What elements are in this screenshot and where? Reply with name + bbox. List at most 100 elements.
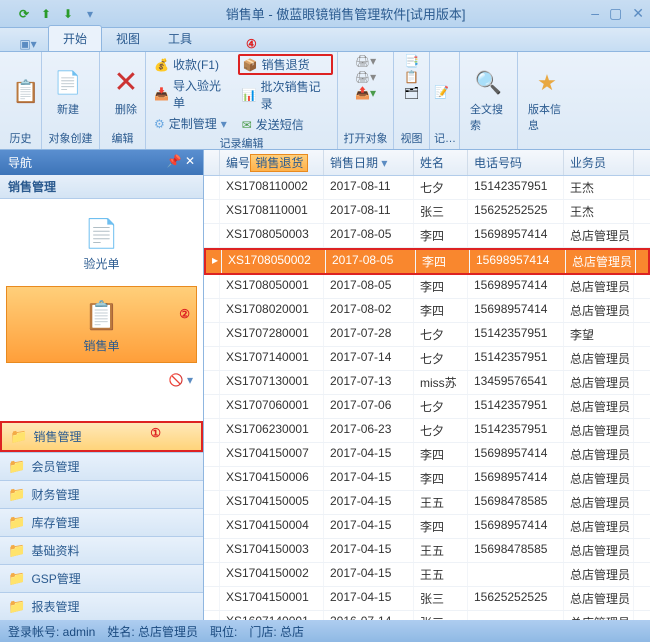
table-row[interactable]: XS17041500022017-04-15王五总店管理员 <box>204 563 650 587</box>
status-store: 门店: 总店 <box>249 623 304 640</box>
cell-date: 2017-06-23 <box>324 419 414 442</box>
cell-code: XS1704150001 <box>220 587 324 610</box>
new-button[interactable]: 📄新建 <box>46 65 90 119</box>
chevron-down-icon[interactable]: ▾ <box>187 373 193 387</box>
maximize-icon[interactable]: ▢ <box>609 5 622 22</box>
cell-name: miss苏 <box>414 371 468 394</box>
view1-icon[interactable]: 📑 <box>404 54 419 68</box>
batch-record-button[interactable]: 📊批次销售记录 <box>238 77 333 113</box>
cell-name: 李四 <box>414 275 468 298</box>
sidebar-close-icon[interactable]: ✕ <box>185 154 195 168</box>
cell-phone: 13459576541 <box>468 371 564 394</box>
up-icon[interactable]: ⬆ <box>36 4 56 24</box>
delete-small-icon[interactable]: 🚫 <box>169 373 184 387</box>
folder-icon: 📁 <box>8 598 25 615</box>
receipt-button[interactable]: 💰收款(F1) <box>150 55 234 74</box>
sales-return-button[interactable]: 📦销售退货 <box>238 54 333 75</box>
table-row[interactable]: XS17041500032017-04-15王五15698478585总店管理员 <box>204 539 650 563</box>
custom-manage-button[interactable]: ⚙定制管理▾ <box>150 114 234 133</box>
cell-code: XS1707280001 <box>220 323 324 346</box>
sales-doc-icon: 📋 <box>82 295 122 335</box>
nav-member-manage[interactable]: 📁会员管理 <box>0 452 203 480</box>
col-date[interactable]: 销售日期 ▾ <box>324 150 414 175</box>
table-row[interactable]: XS17081100012017-08-11张三15625252525王杰 <box>204 200 650 224</box>
grid-body[interactable]: XS17081100022017-08-11七夕15142357951王杰XS1… <box>204 176 650 620</box>
nav-finance-manage[interactable]: 📁财务管理 <box>0 480 203 508</box>
cell-date: 2016-07-14 <box>324 611 414 620</box>
minimize-icon[interactable]: – <box>591 5 599 22</box>
delete-button[interactable]: ✕删除 <box>104 65 148 119</box>
cell-staff: 总店管理员 <box>564 563 634 586</box>
table-row[interactable]: XS17062300012017-06-23七夕15142357951总店管理员 <box>204 419 650 443</box>
cell-staff: 总店管理员 <box>564 587 634 610</box>
cell-code: XS1708110001 <box>220 200 324 223</box>
view2-icon[interactable]: 📋 <box>404 70 419 84</box>
cell-staff: 总店管理员 <box>564 224 634 247</box>
cell-staff: 总店管理员 <box>564 515 634 538</box>
tab-view[interactable]: 视图 <box>102 26 154 51</box>
status-position: 职位: <box>210 623 237 640</box>
tab-start[interactable]: 开始 <box>48 25 102 51</box>
table-row[interactable]: XS17072800012017-07-28七夕15142357951李望 <box>204 323 650 347</box>
cell-name: 王五 <box>414 563 468 586</box>
table-row[interactable]: XS17070600012017-07-06七夕15142357951总店管理员 <box>204 395 650 419</box>
cell-staff: 王杰 <box>564 176 634 199</box>
table-row[interactable]: XS17041500012017-04-15张三15625252525总店管理员 <box>204 587 650 611</box>
tile-optometry[interactable]: 📄 验光单 <box>6 205 197 280</box>
folder-icon: 📁 <box>8 514 25 531</box>
cell-phone: 15142357951 <box>468 419 564 442</box>
print2-icon[interactable]: 🖨▾ <box>355 70 376 84</box>
col-name[interactable]: 姓名 <box>414 150 468 175</box>
cell-staff: 总店管理员 <box>564 419 634 442</box>
cell-phone: 15142357951 <box>468 347 564 370</box>
col-phone[interactable]: 电话号码 <box>468 150 564 175</box>
cell-date: 2017-07-28 <box>324 323 414 346</box>
tab-tools[interactable]: 工具 <box>154 26 206 51</box>
tile-sales[interactable]: ② 📋 销售单 <box>6 286 197 363</box>
send-sms-button[interactable]: ✉发送短信 <box>238 115 333 134</box>
refresh-icon[interactable]: ⟳ <box>14 4 34 24</box>
table-row[interactable]: XS17080200012017-08-02李四15698957414总店管理员 <box>204 299 650 323</box>
col-staff[interactable]: 业务员 <box>564 150 634 175</box>
table-row[interactable]: XS17080500032017-08-05李四15698957414总店管理员 <box>204 224 650 248</box>
table-row[interactable]: XS17041500062017-04-15李四15698957414总店管理员 <box>204 467 650 491</box>
cell-phone: 15698957414 <box>468 515 564 538</box>
log-icon[interactable]: 📝 <box>434 85 449 99</box>
table-row[interactable]: XS17041500042017-04-15李四15698957414总店管理员 <box>204 515 650 539</box>
table-row[interactable]: XS17041500052017-04-15王五15698478585总店管理员 <box>204 491 650 515</box>
cell-name: 七夕 <box>414 176 468 199</box>
table-row[interactable]: ▸XS17080500022017-08-05李四15698957414总店管理… <box>204 248 650 275</box>
view3-icon[interactable]: 🗂 <box>404 86 419 100</box>
version-button[interactable]: ★版本信息 <box>522 65 572 135</box>
cell-code: XS1706230001 <box>220 419 324 442</box>
cell-staff: 总店管理员 <box>564 347 634 370</box>
nav-gsp-manage[interactable]: 📁GSP管理 <box>0 564 203 592</box>
nav-stock-manage[interactable]: 📁库存管理 <box>0 508 203 536</box>
col-code[interactable]: 编号 销售退货 <box>220 150 324 175</box>
import-optometry-button[interactable]: 📥导入验光单 <box>150 76 234 112</box>
nav-sales-manage[interactable]: 📁 销售管理 ① <box>0 421 203 452</box>
table-row[interactable]: XS16071400012016-07-14张三总店管理员 <box>204 611 650 620</box>
app-menu-icon[interactable]: ▣▾ <box>8 37 48 51</box>
export-icon[interactable]: 📤▾ <box>355 86 376 100</box>
return-header-badge: 销售退货 <box>250 154 308 172</box>
cell-date: 2017-04-15 <box>324 491 414 514</box>
cell-phone <box>468 611 564 620</box>
pin-icon[interactable]: 📌 <box>167 154 182 168</box>
cell-code: XS1708050002 <box>222 250 326 273</box>
table-row[interactable]: XS17080500012017-08-05李四15698957414总店管理员 <box>204 275 650 299</box>
dropdown-icon[interactable]: ▾ <box>80 4 100 24</box>
close-icon[interactable]: ✕ <box>632 5 644 22</box>
search-button[interactable]: 🔍全文搜索 <box>464 65 513 135</box>
table-row[interactable]: XS17071300012017-07-13miss苏13459576541总店… <box>204 371 650 395</box>
down-icon[interactable]: ⬇ <box>58 4 78 24</box>
nav-basic-data[interactable]: 📁基础资料 <box>0 536 203 564</box>
table-row[interactable]: XS17041500072017-04-15李四15698957414总店管理员 <box>204 443 650 467</box>
nav-report-manage[interactable]: 📁报表管理 <box>0 592 203 620</box>
cell-code: XS1707140001 <box>220 347 324 370</box>
table-row[interactable]: XS17081100022017-08-11七夕15142357951王杰 <box>204 176 650 200</box>
print-icon[interactable]: 🖨▾ <box>355 54 376 68</box>
table-row[interactable]: XS17071400012017-07-14七夕15142357951总店管理员 <box>204 347 650 371</box>
cell-staff: 总店管理员 <box>564 371 634 394</box>
cell-phone: 15698478585 <box>468 491 564 514</box>
